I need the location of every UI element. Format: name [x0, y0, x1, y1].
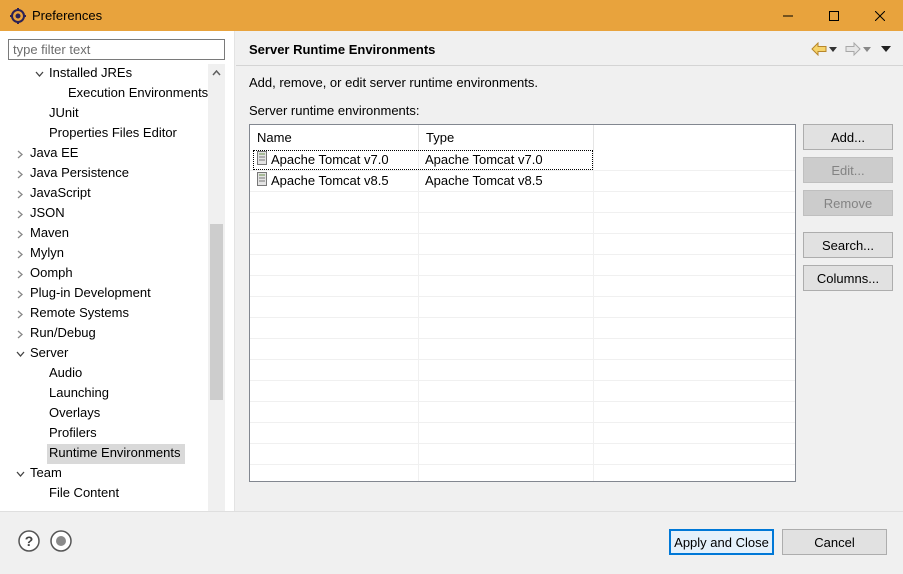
runtime-type-cell: Apache Tomcat v8.5: [425, 173, 543, 188]
tree-item[interactable]: Launching: [47, 384, 113, 404]
tree-item[interactable]: Execution Environments: [66, 84, 208, 104]
chevron-down-icon[interactable]: [14, 464, 26, 484]
table-row[interactable]: Apache Tomcat v8.5 Apache Tomcat v8.5: [250, 171, 795, 192]
tree-item[interactable]: File Content: [47, 484, 123, 504]
runtime-name-cell: Apache Tomcat v8.5: [257, 171, 389, 191]
table-row: [250, 318, 795, 339]
chevron-right-icon[interactable]: [14, 184, 26, 204]
table-row: [250, 255, 795, 276]
table-row: [250, 234, 795, 255]
runtime-name-text: Apache Tomcat v8.5: [271, 173, 389, 188]
tree-item[interactable]: Audio: [47, 364, 86, 384]
chevron-right-icon[interactable]: [14, 244, 26, 264]
tree-item[interactable]: Overlays: [47, 404, 104, 424]
table-row: [250, 465, 795, 481]
window-title: Preferences: [32, 8, 103, 23]
runtime-list-label: Server runtime environments:: [249, 103, 420, 118]
tree-item[interactable]: Java Persistence: [28, 164, 133, 184]
tree-item[interactable]: Installed JREs: [47, 64, 136, 84]
runtime-type-cell: Apache Tomcat v7.0: [425, 152, 543, 167]
add-button[interactable]: Add...: [803, 124, 893, 150]
tree-item[interactable]: Maven: [28, 224, 73, 244]
chevron-right-icon[interactable]: [14, 204, 26, 224]
back-arrow-icon[interactable]: [811, 41, 827, 57]
table-row: [250, 213, 795, 234]
remove-button[interactable]: Remove: [803, 190, 893, 216]
back-menu-icon[interactable]: [829, 41, 837, 57]
edit-button[interactable]: Edit...: [803, 157, 893, 183]
tree-item[interactable]: JSON: [28, 204, 69, 224]
chevron-down-icon[interactable]: [33, 64, 45, 84]
table-row: [250, 402, 795, 423]
column-header-name[interactable]: Name: [250, 125, 419, 150]
table-row: [250, 360, 795, 381]
table-row: [250, 276, 795, 297]
maximize-button[interactable]: [811, 0, 857, 31]
view-menu-icon[interactable]: [881, 41, 891, 57]
tree-item[interactable]: Team: [28, 464, 66, 484]
chevron-right-icon[interactable]: [14, 324, 26, 344]
server-icon: [257, 150, 267, 171]
page-description: Add, remove, or edit server runtime envi…: [249, 75, 539, 90]
title-bar: Preferences: [0, 0, 903, 31]
table-row: [250, 339, 795, 360]
columns-button[interactable]: Columns...: [803, 265, 893, 291]
tree-item[interactable]: Plug-in Development: [28, 284, 155, 304]
tree-item[interactable]: Run/Debug: [28, 324, 100, 344]
history-nav: [811, 41, 891, 57]
tree-item[interactable]: JUnit: [47, 104, 83, 124]
eclipse-icon: [10, 7, 26, 24]
chevron-right-icon[interactable]: [14, 304, 26, 324]
page-header: Server Runtime Environments: [236, 31, 903, 66]
runtime-name-cell: Apache Tomcat v7.0: [257, 150, 389, 170]
runtime-name-text: Apache Tomcat v7.0: [271, 152, 389, 167]
chevron-right-icon[interactable]: [14, 144, 26, 164]
preferences-tree: Installed JREs Execution Environments JUni…: [8, 64, 208, 526]
apply-and-close-button[interactable]: Apply and Close: [669, 529, 774, 555]
dialog-footer: ? Apply and Close Cancel: [0, 511, 903, 574]
table-row: [250, 423, 795, 444]
chevron-right-icon[interactable]: [14, 164, 26, 184]
table-row: [250, 297, 795, 318]
tree-item[interactable]: Properties Files Editor: [47, 124, 181, 144]
chevron-down-icon[interactable]: [14, 344, 26, 364]
tree-item[interactable]: Java EE: [28, 144, 82, 164]
tree-item[interactable]: Runtime Environments: [47, 444, 185, 464]
tree-item[interactable]: Remote Systems: [28, 304, 133, 324]
search-button[interactable]: Search...: [803, 232, 893, 258]
vertical-scroll-thumb[interactable]: [210, 224, 223, 400]
table-row: [250, 444, 795, 465]
tree-vertical-scrollbar[interactable]: [208, 64, 225, 524]
chevron-right-icon[interactable]: [14, 284, 26, 304]
forward-menu-icon[interactable]: [863, 41, 871, 57]
filter-input[interactable]: [8, 39, 225, 60]
close-button[interactable]: [857, 0, 903, 31]
tree-item[interactable]: JavaScript: [28, 184, 95, 204]
chevron-right-icon[interactable]: [14, 264, 26, 284]
preferences-tree-panel: Installed JREsExecution EnvironmentsJUni…: [0, 31, 235, 540]
table-row[interactable]: Apache Tomcat v7.0 Apache Tomcat v7.0: [250, 150, 795, 171]
tree-item[interactable]: Mylyn: [28, 244, 68, 264]
cancel-button[interactable]: Cancel: [782, 529, 887, 555]
chevron-right-icon[interactable]: [14, 224, 26, 244]
table-row: [250, 192, 795, 213]
svg-text:?: ?: [25, 533, 34, 549]
scroll-up-icon[interactable]: [208, 64, 225, 81]
minimize-button[interactable]: [765, 0, 811, 31]
record-macro-icon[interactable]: [50, 530, 72, 555]
forward-arrow-icon[interactable]: [845, 41, 861, 57]
runtime-table[interactable]: Name Type Apache Tomcat v7.0 Apache Tomca…: [249, 124, 796, 482]
tree-item[interactable]: Server: [28, 344, 72, 364]
tree-item[interactable]: Oomph: [28, 264, 77, 284]
tree-item[interactable]: Profilers: [47, 424, 101, 444]
table-header: Name Type: [250, 125, 795, 150]
column-header-type[interactable]: Type: [419, 125, 594, 150]
page-title: Server Runtime Environments: [249, 42, 436, 57]
preference-page: Server Runtime Environments Add, remove,…: [236, 31, 903, 511]
server-icon: [257, 171, 267, 192]
table-row: [250, 381, 795, 402]
help-icon[interactable]: ?: [18, 530, 40, 555]
